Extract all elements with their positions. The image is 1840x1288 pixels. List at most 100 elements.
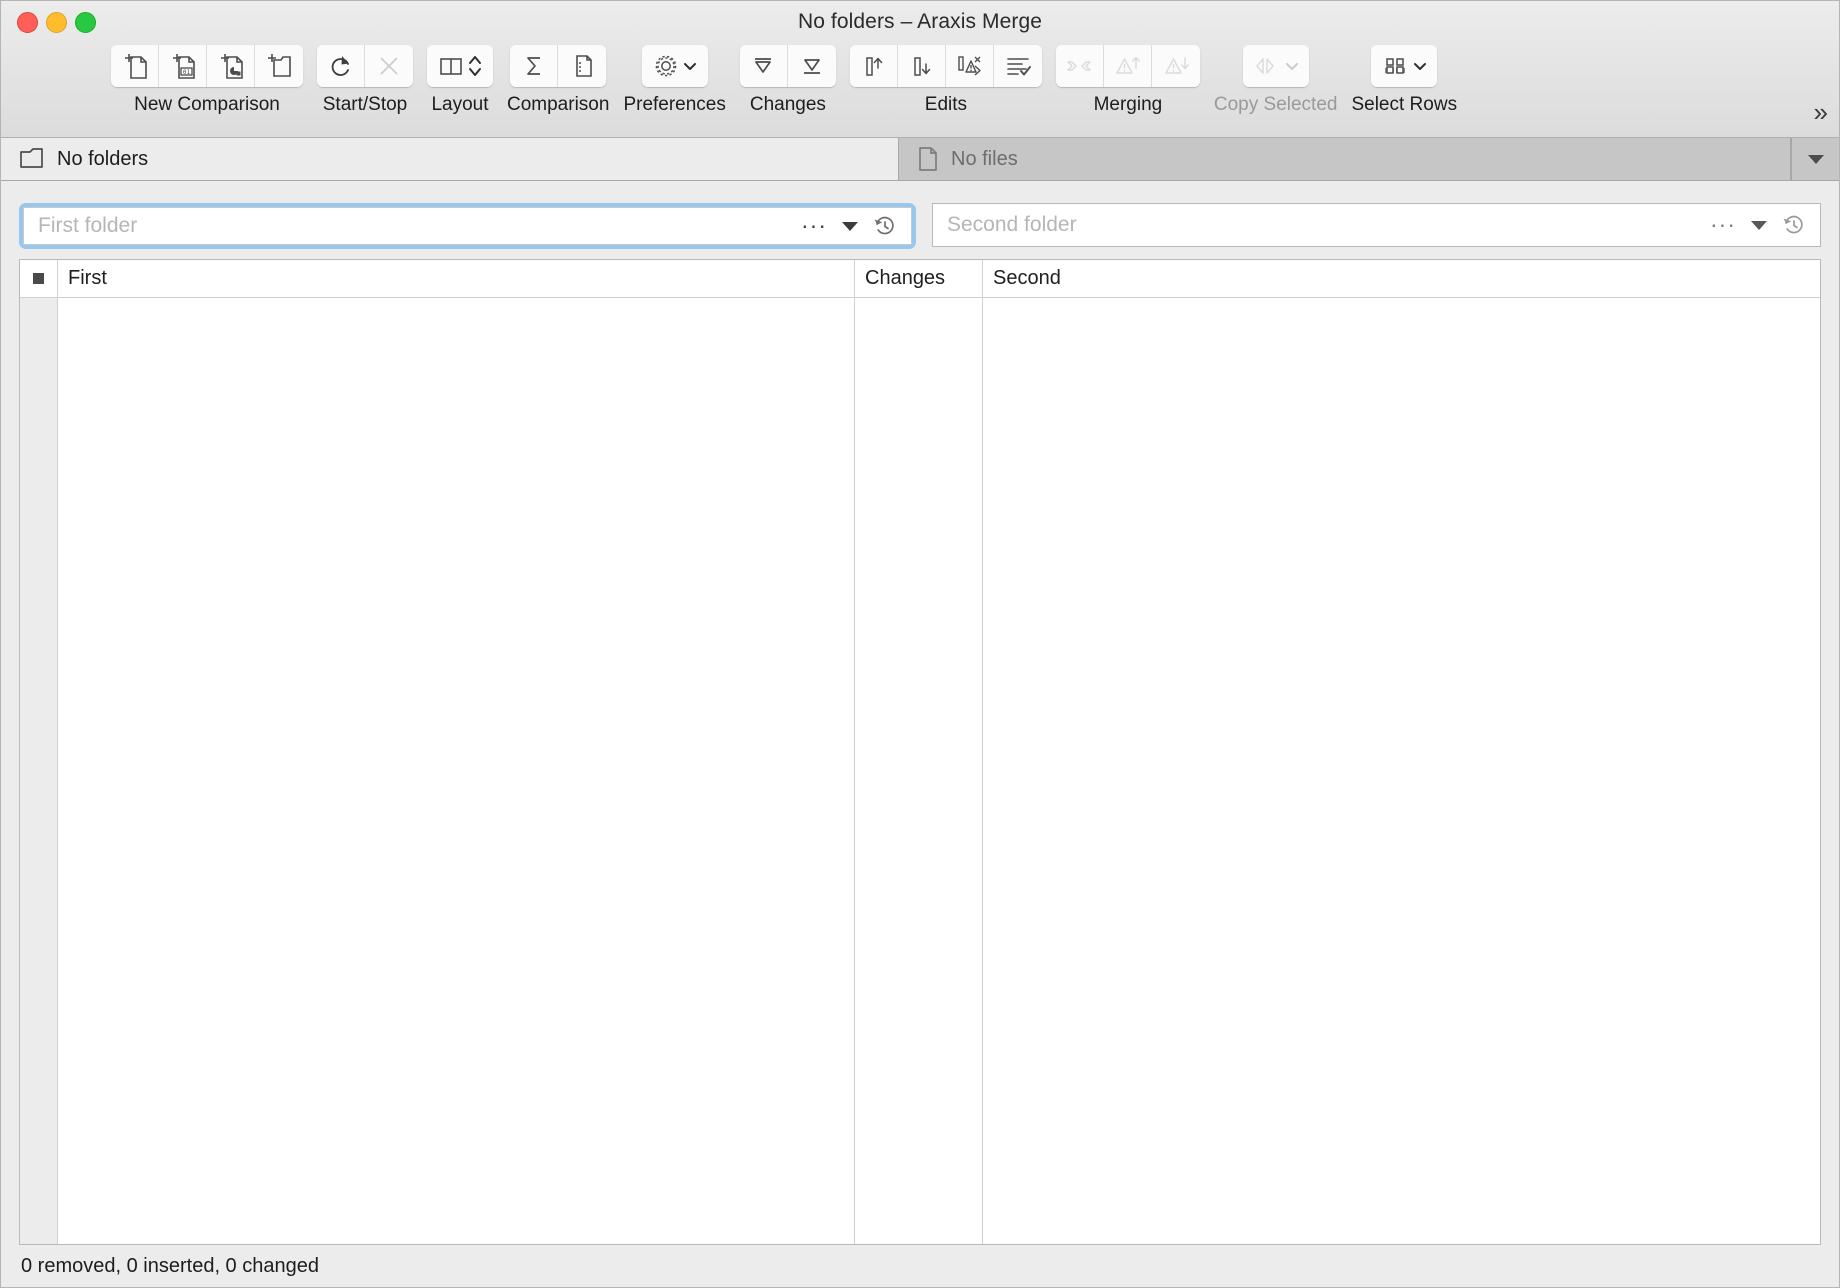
new-text-comparison-button[interactable]: [111, 45, 159, 87]
edits-segmented-control: [850, 45, 1042, 87]
second-folder-field-icons: ···: [1710, 213, 1810, 237]
layout-selector-button[interactable]: [427, 45, 493, 87]
column-header-changes-label: Changes: [865, 267, 945, 290]
column-header-first[interactable]: First: [58, 260, 855, 297]
next-change-button[interactable]: [788, 45, 836, 87]
second-folder-field-wrapper: Second folder ···: [932, 203, 1821, 249]
layout-segmented-control: [427, 45, 493, 87]
toolbar-group-label-new-comparison: New Comparison: [134, 94, 280, 116]
first-folder-chevron-down-icon[interactable]: [840, 219, 860, 233]
new-image-comparison-button[interactable]: [207, 45, 255, 87]
previous-change-button[interactable]: [740, 45, 788, 87]
change-down-icon: [799, 53, 825, 79]
file-icon: [917, 146, 939, 172]
refresh-icon: [328, 52, 354, 80]
table-body-second-column[interactable]: [983, 298, 1820, 1244]
new-folder-icon: [265, 51, 293, 81]
copy-arrows-icon: [1252, 53, 1282, 79]
new-folder-comparison-button[interactable]: [255, 45, 303, 87]
discard-edits-button[interactable]: [946, 45, 994, 87]
preferences-segmented-control: [642, 45, 708, 87]
tab-overflow-dropdown-button[interactable]: [1791, 138, 1839, 180]
second-folder-chevron-down-icon[interactable]: [1749, 218, 1769, 232]
toolbar-group-new-comparison: 01: [111, 45, 303, 116]
conflict-up-icon: [1113, 52, 1141, 80]
column-header-changes[interactable]: Changes: [855, 260, 983, 297]
new-binary-file-icon: 01: [170, 51, 196, 81]
preferences-menu-button[interactable]: [642, 45, 708, 87]
merging-segmented-control: [1056, 45, 1200, 87]
select-rows-segmented-control: [1371, 45, 1437, 87]
comparison-content: First folder ···: [1, 181, 1839, 1245]
first-folder-field-icons: ···: [801, 214, 901, 238]
comparison-table: First Changes Second: [19, 259, 1821, 1245]
apply-edits-button[interactable]: [994, 45, 1042, 87]
edit-up-icon: [860, 52, 886, 80]
new-binary-comparison-button[interactable]: 01: [159, 45, 207, 87]
toolbar-group-copy-selected: Copy Selected: [1214, 45, 1338, 116]
toolbar-group-preferences: Preferences: [623, 45, 725, 116]
merge-both-button[interactable]: [1056, 45, 1104, 87]
chevron-down-icon: [682, 58, 698, 74]
comparison-segmented-control: [510, 45, 606, 87]
column-header-second[interactable]: Second: [983, 260, 1820, 297]
new-file-icon: [122, 51, 148, 81]
tab-files-label: No files: [951, 148, 1018, 171]
status-bar-text: 0 removed, 0 inserted, 0 changed: [21, 1255, 319, 1278]
comparison-summary-button[interactable]: [510, 45, 558, 87]
merge-previous-conflict-button[interactable]: [1104, 45, 1152, 87]
first-folder-browse-icon[interactable]: ···: [801, 219, 827, 233]
table-body-changes-column[interactable]: [855, 298, 983, 1244]
report-file-icon: [570, 52, 594, 80]
tab-files[interactable]: No files: [899, 138, 1791, 180]
change-up-icon: [750, 53, 776, 79]
first-folder-field[interactable]: First folder ···: [23, 207, 912, 245]
toolbar-group-label-merging: Merging: [1094, 94, 1163, 116]
table-body-first-column[interactable]: [58, 298, 855, 1244]
apply-list-icon: [1004, 53, 1032, 79]
toolbar-group-label-layout: Layout: [431, 94, 488, 116]
merge-next-conflict-button[interactable]: [1152, 45, 1200, 87]
gear-icon: [652, 52, 680, 80]
column-header-marker[interactable]: [20, 260, 58, 297]
toolbar: 01: [1, 45, 1839, 133]
second-folder-input[interactable]: Second folder: [947, 213, 1710, 237]
tab-folders[interactable]: No folders: [1, 138, 899, 180]
toolbar-group-label-select-rows: Select Rows: [1351, 94, 1457, 116]
new-image-file-icon: [218, 51, 244, 81]
first-folder-history-clock-icon[interactable]: [873, 214, 897, 238]
toolbar-group-start-stop: Start/Stop: [317, 45, 413, 116]
changes-segmented-control: [740, 45, 836, 87]
toolbar-group-layout: Layout: [427, 45, 493, 116]
toolbar-group-label-changes: Changes: [750, 94, 826, 116]
column-header-first-label: First: [68, 267, 107, 290]
stepper-up-down-icon: [467, 52, 483, 80]
toolbar-group-label-start-stop: Start/Stop: [323, 94, 408, 116]
first-folder-input[interactable]: First folder: [38, 214, 801, 238]
second-folder-field[interactable]: Second folder ···: [932, 203, 1821, 247]
folder-path-row: First folder ···: [19, 203, 1821, 259]
toolbar-group-label-copy-selected: Copy Selected: [1214, 94, 1338, 116]
next-edit-button[interactable]: [898, 45, 946, 87]
svg-text:01: 01: [182, 69, 190, 76]
toolbar-overflow-button[interactable]: »: [1814, 97, 1825, 128]
restart-comparison-button[interactable]: [317, 45, 365, 87]
table-body-gutter: [20, 298, 58, 1244]
second-folder-history-clock-icon[interactable]: [1782, 213, 1806, 237]
comparison-report-button[interactable]: [558, 45, 606, 87]
start-stop-segmented-control: [317, 45, 413, 87]
column-header-second-label: Second: [993, 267, 1061, 290]
toolbar-group-edits: Edits: [850, 45, 1042, 116]
stop-comparison-button[interactable]: [365, 45, 413, 87]
merge-arrows-icon: [1064, 53, 1094, 79]
select-rows-menu-button[interactable]: [1371, 45, 1437, 87]
copy-selected-menu-button[interactable]: [1243, 45, 1309, 87]
sigma-icon: [522, 53, 546, 79]
previous-edit-button[interactable]: [850, 45, 898, 87]
tab-bar: No folders No files: [1, 138, 1839, 181]
toolbar-group-label-comparison: Comparison: [507, 94, 609, 116]
window-title: No folders – Araxis Merge: [1, 10, 1839, 34]
edit-down-icon: [908, 52, 934, 80]
second-folder-browse-icon[interactable]: ···: [1710, 218, 1736, 232]
table-body[interactable]: [20, 298, 1820, 1244]
